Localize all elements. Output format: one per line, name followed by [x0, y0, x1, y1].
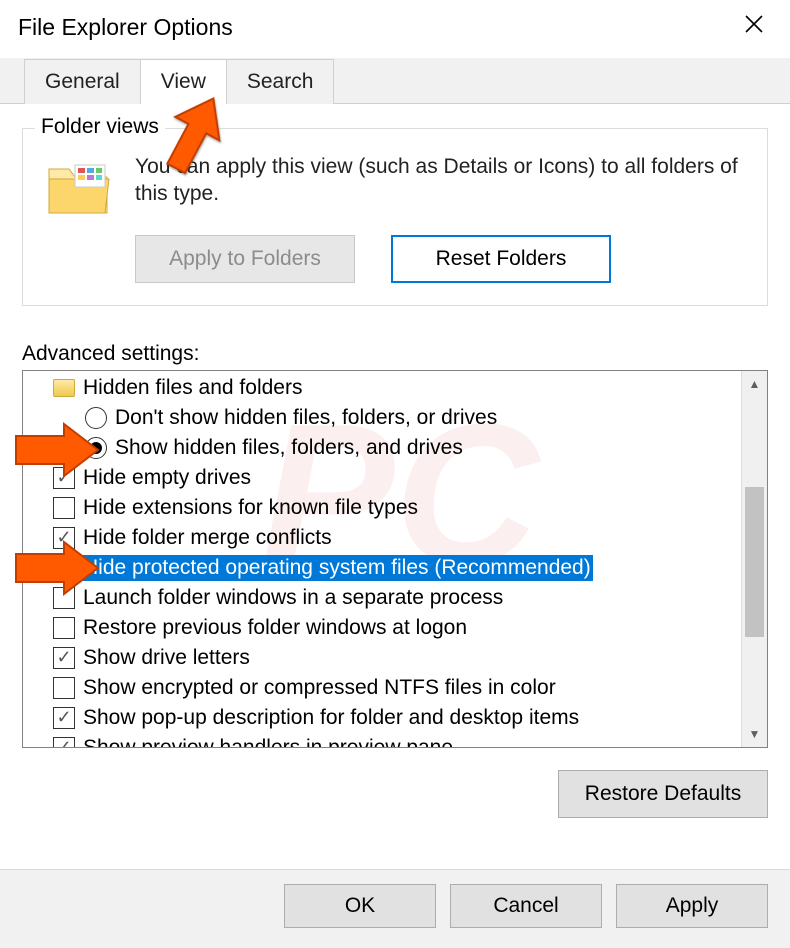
reset-folders-button[interactable]: Reset Folders: [391, 235, 611, 283]
list-item[interactable]: Launch folder windows in a separate proc…: [29, 583, 741, 613]
scroll-down-icon[interactable]: ▼: [742, 721, 767, 747]
checkbox-control[interactable]: [53, 467, 75, 489]
tab-search[interactable]: Search: [226, 59, 335, 104]
list-item[interactable]: Hide folder merge conflicts: [29, 523, 741, 553]
apply-to-folders-button: Apply to Folders: [135, 235, 355, 283]
checkbox-control[interactable]: [53, 527, 75, 549]
checkbox-control[interactable]: [53, 557, 75, 579]
dialog-buttons: OK Cancel Apply: [0, 869, 790, 948]
list-item-label: Show pop-up description for folder and d…: [81, 705, 581, 731]
list-item-label: Restore previous folder windows at logon: [81, 615, 469, 641]
titlebar: File Explorer Options: [0, 0, 790, 58]
list-item-label: Don't show hidden files, folders, or dri…: [113, 405, 499, 431]
ok-label: OK: [345, 894, 375, 918]
folder-views-legend: Folder views: [35, 115, 165, 139]
scroll-thumb[interactable]: [745, 487, 764, 637]
tab-body: Folder views You can apply this view (su…: [0, 104, 790, 830]
list-item[interactable]: Show drive letters: [29, 643, 741, 673]
list-item-label: Hidden files and folders: [81, 375, 304, 401]
apply-label: Apply: [666, 894, 719, 918]
folder-glyph-icon: [53, 379, 75, 397]
restore-row: Restore Defaults: [22, 770, 768, 818]
list-item-label: Show preview handlers in preview pane: [81, 735, 455, 747]
close-icon[interactable]: [736, 10, 772, 44]
radio-control[interactable]: [85, 437, 107, 459]
restore-defaults-button[interactable]: Restore Defaults: [558, 770, 768, 818]
scroll-up-icon[interactable]: ▲: [742, 371, 767, 397]
list-content[interactable]: Hidden files and folders Don't show hidde…: [23, 371, 741, 747]
apply-to-folders-label: Apply to Folders: [169, 247, 321, 271]
list-item[interactable]: Show preview handlers in preview pane: [29, 733, 741, 747]
list-item[interactable]: Hide extensions for known file types: [29, 493, 741, 523]
checkbox-control[interactable]: [53, 497, 75, 519]
folder-views-row: You can apply this view (such as Details…: [45, 153, 745, 217]
advanced-settings-list: Hidden files and folders Don't show hidde…: [22, 370, 768, 748]
list-item-label: Launch folder windows in a separate proc…: [81, 585, 505, 611]
tab-view[interactable]: View: [140, 59, 227, 104]
list-item[interactable]: Show pop-up description for folder and d…: [29, 703, 741, 733]
checkbox-control[interactable]: [53, 647, 75, 669]
checkbox-control[interactable]: [53, 737, 75, 747]
list-item[interactable]: Hide protected operating system files (R…: [29, 553, 741, 583]
list-item-label: Hide protected operating system files (R…: [81, 555, 593, 581]
ok-button[interactable]: OK: [284, 884, 436, 928]
tab-view-label: View: [161, 70, 206, 93]
radio-control[interactable]: [85, 407, 107, 429]
checkbox-control[interactable]: [53, 617, 75, 639]
folder-views-description: You can apply this view (such as Details…: [135, 153, 745, 208]
tabstrip: General View Search: [0, 58, 790, 104]
checkbox-control[interactable]: [53, 707, 75, 729]
tab-search-label: Search: [247, 70, 314, 93]
list-item[interactable]: Show hidden files, folders, and drives: [29, 433, 741, 463]
checkbox-control[interactable]: [53, 587, 75, 609]
list-item-label: Show encrypted or compressed NTFS files …: [81, 675, 558, 701]
tab-general[interactable]: General: [24, 59, 141, 104]
reset-folders-label: Reset Folders: [436, 247, 567, 271]
list-item-label: Show drive letters: [81, 645, 252, 671]
scrollbar[interactable]: ▲ ▼: [741, 371, 767, 747]
advanced-settings-label: Advanced settings:: [22, 342, 768, 366]
cancel-label: Cancel: [493, 894, 558, 918]
list-item[interactable]: Hidden files and folders: [29, 373, 741, 403]
list-item-label: Hide folder merge conflicts: [81, 525, 334, 551]
apply-button[interactable]: Apply: [616, 884, 768, 928]
list-item[interactable]: Show encrypted or compressed NTFS files …: [29, 673, 741, 703]
folder-views-buttons: Apply to Folders Reset Folders: [135, 235, 745, 283]
list-item-label: Show hidden files, folders, and drives: [113, 435, 465, 461]
folder-views-group: Folder views You can apply this view (su…: [22, 128, 768, 306]
window-title: File Explorer Options: [18, 14, 233, 41]
tab-general-label: General: [45, 70, 120, 93]
list-item[interactable]: Restore previous folder windows at logon: [29, 613, 741, 643]
list-item-label: Hide empty drives: [81, 465, 253, 491]
list-item-label: Hide extensions for known file types: [81, 495, 420, 521]
folder-icon: [45, 159, 113, 217]
checkbox-control[interactable]: [53, 677, 75, 699]
list-item[interactable]: Don't show hidden files, folders, or dri…: [29, 403, 741, 433]
restore-defaults-label: Restore Defaults: [585, 782, 741, 806]
list-item[interactable]: Hide empty drives: [29, 463, 741, 493]
cancel-button[interactable]: Cancel: [450, 884, 602, 928]
